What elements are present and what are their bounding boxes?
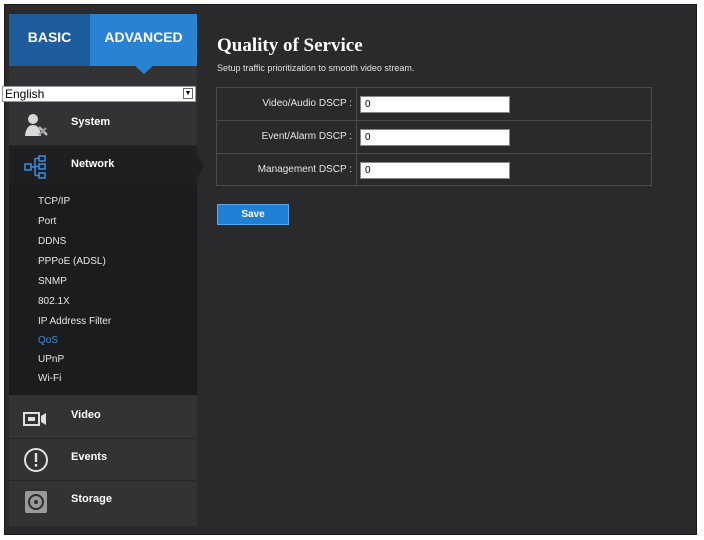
page-subtitle: Setup traffic prioritization to smooth v… xyxy=(217,63,415,73)
chevron-down-icon[interactable]: ▼ xyxy=(183,88,193,99)
storage-disk-icon xyxy=(25,491,47,513)
submenu-tcp-ip[interactable]: TCP/IP xyxy=(38,196,70,207)
tab-advanced[interactable]: ADVANCED xyxy=(90,14,197,74)
submenu-upnp[interactable]: UPnP xyxy=(38,354,64,365)
sidebar-item-label: Network xyxy=(71,158,115,170)
qos-row-event-alarm: Event/Alarm DSCP : xyxy=(217,121,651,154)
submenu-ip-filter[interactable]: IP Address Filter xyxy=(38,316,111,327)
alert-icon xyxy=(24,448,48,472)
sidebar-item-video[interactable]: Video xyxy=(9,397,197,439)
submenu-snmp[interactable]: SNMP xyxy=(38,276,67,287)
mode-tabs: BASIC ADVANCED xyxy=(9,14,197,74)
management-dscp-label: Management DSCP : xyxy=(217,154,357,187)
submenu-ddns[interactable]: DDNS xyxy=(38,236,66,247)
sidebar-item-label: System xyxy=(71,116,111,128)
language-select[interactable]: English ▼ xyxy=(2,86,196,102)
sidebar-item-label: Events xyxy=(71,451,108,463)
language-selected: English xyxy=(5,87,45,101)
network-submenu: TCP/IP Port DDNS PPPoE (ADSL) SNMP 802.1… xyxy=(9,185,197,395)
submenu-pppoe[interactable]: PPPoE (ADSL) xyxy=(38,256,106,267)
event-alarm-dscp-label: Event/Alarm DSCP : xyxy=(217,121,357,154)
sidebar-item-label: Video xyxy=(71,409,101,421)
submenu-8021x[interactable]: 802.1X xyxy=(38,296,70,307)
sidebar-item-network[interactable]: Network xyxy=(9,146,204,186)
sidebar-item-system[interactable]: System xyxy=(9,104,197,146)
sidebar-item-events[interactable]: Events xyxy=(9,439,197,481)
video-audio-dscp-input[interactable] xyxy=(360,96,510,113)
video-audio-dscp-label: Video/Audio DSCP : xyxy=(217,88,357,121)
qos-settings-table: Video/Audio DSCP : Event/Alarm DSCP : Ma… xyxy=(216,87,652,187)
submenu-qos[interactable]: QoS xyxy=(38,335,58,346)
qos-row-management: Management DSCP : xyxy=(217,154,651,187)
video-camera-icon xyxy=(23,412,46,426)
submenu-wifi[interactable]: Wi-Fi xyxy=(38,373,61,384)
save-button[interactable]: Save xyxy=(217,204,289,225)
event-alarm-dscp-input[interactable] xyxy=(360,129,510,146)
sidebar-item-storage[interactable]: Storage xyxy=(9,481,197,524)
network-tree-icon xyxy=(24,155,46,179)
sidebar-item-label: Storage xyxy=(71,493,112,505)
qos-row-video-audio: Video/Audio DSCP : xyxy=(217,88,651,121)
tab-basic[interactable]: BASIC xyxy=(9,14,90,66)
page-title: Quality of Service xyxy=(217,35,363,56)
submenu-port[interactable]: Port xyxy=(38,216,56,227)
system-tools-icon xyxy=(25,114,48,136)
management-dscp-input[interactable] xyxy=(360,162,510,179)
